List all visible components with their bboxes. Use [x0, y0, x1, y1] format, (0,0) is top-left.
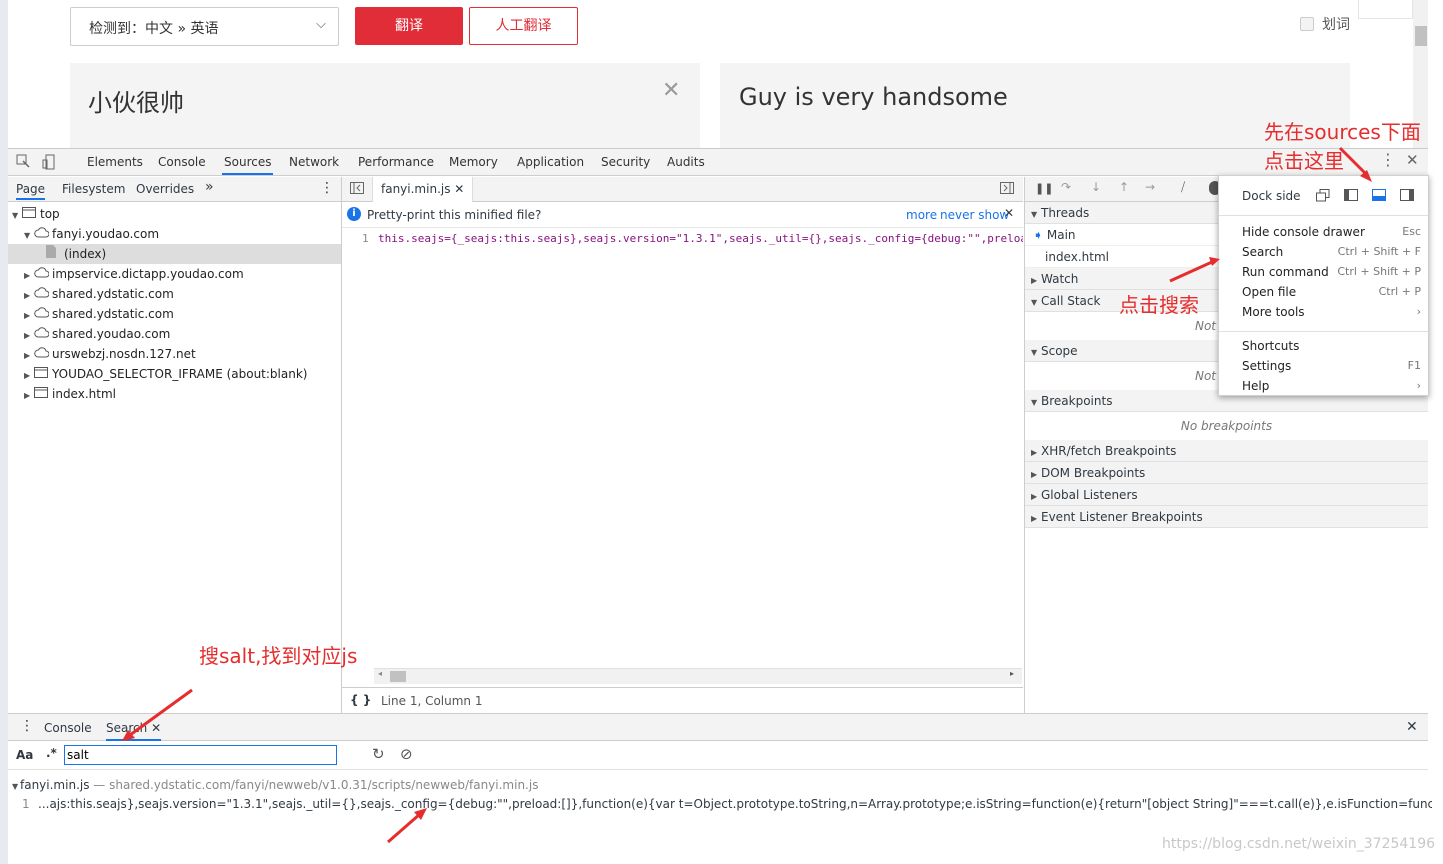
arrow-to-result — [387, 808, 427, 844]
annotation-arrows — [122, 146, 1372, 844]
arrow-to-menu — [1338, 146, 1372, 182]
arrow-to-search — [1169, 257, 1220, 283]
arrow-to-search-tab — [122, 688, 193, 741]
